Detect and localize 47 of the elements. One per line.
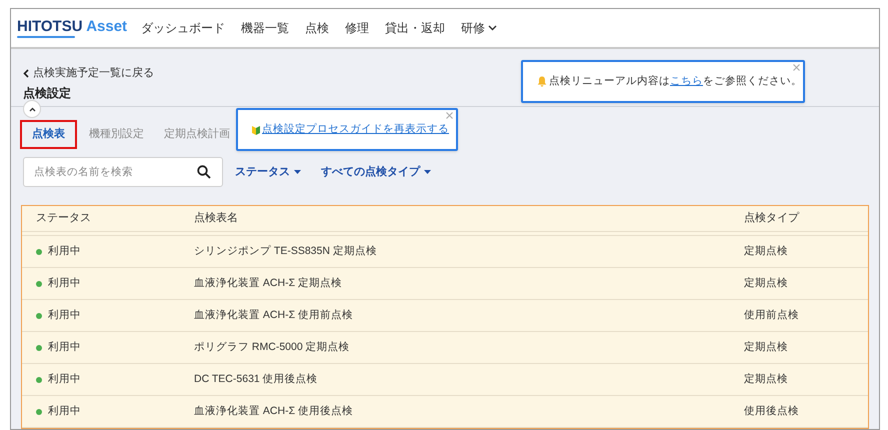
close-icon[interactable] (446, 112, 453, 119)
status-text: 利用中 (48, 340, 81, 355)
table-cell: 定期点検 (744, 340, 788, 353)
bell-icon (537, 76, 547, 87)
logo[interactable]: HITOTSU Asset (17, 18, 128, 38)
table-cell: シリンジポンプ TE-SS835N 定期点検 (194, 244, 377, 257)
table-cell: 血液浄化装置 ACH-Σ 使用後点検 (194, 404, 353, 417)
tab[interactable]: 点検表 (20, 120, 77, 148)
nav-link[interactable]: 点検 (305, 19, 330, 37)
table-cell: ポリグラフ RMC-5000 定期点検 (194, 340, 350, 353)
table-cell: 血液浄化装置 ACH-Σ 使用前点検 (194, 308, 353, 321)
search-field[interactable]: 点検表の名前を検索 (23, 157, 223, 187)
collapse-button[interactable] (23, 100, 41, 118)
page-title: 点検設定 (23, 84, 71, 102)
column-header[interactable]: 点検表名 (194, 212, 238, 224)
close-icon[interactable] (793, 64, 800, 71)
nav-link[interactable]: ダッシュボード (141, 19, 226, 37)
caret-down-icon (294, 170, 301, 174)
filter-dropdown[interactable]: ステータス (235, 164, 301, 180)
status-text: 利用中 (48, 372, 81, 387)
chevron-left-icon (23, 68, 29, 78)
nav-link[interactable]: 研修 (461, 19, 498, 37)
nav-link[interactable]: 機器一覧 (241, 19, 290, 37)
status-text: 利用中 (48, 404, 81, 419)
status-text: 利用中 (48, 244, 81, 259)
nav-link[interactable]: 修理 (345, 19, 370, 37)
back-link[interactable]: 点検実施予定一覧に戻る (23, 65, 154, 82)
guide-link[interactable]: 点検設定プロセスガイドを再表示する (262, 122, 449, 138)
filter-dropdown[interactable]: すべての点検タイプ (321, 164, 431, 180)
nav-link[interactable]: 貸出・返却 (385, 19, 446, 37)
caret-down-icon (424, 170, 431, 174)
table-cell: 血液浄化装置 ACH-Σ 定期点検 (194, 276, 342, 289)
table-cell: 定期点検 (744, 372, 788, 385)
table-cell: DC TEC-5631 使用後点検 (194, 372, 318, 385)
table-cell: 使用後点検 (744, 404, 799, 417)
chevron-up-icon (28, 106, 36, 112)
notice-link[interactable]: こちら (670, 74, 703, 87)
table-cell: 使用前点検 (744, 308, 799, 321)
table-cell: 定期点検 (744, 244, 788, 257)
table-cell: 定期点検 (744, 276, 788, 289)
column-header[interactable]: 点検タイプ (744, 212, 799, 224)
status-text: 利用中 (48, 276, 81, 291)
search-icon (197, 165, 211, 179)
column-header[interactable]: ステータス (36, 212, 91, 224)
beginner-mark-icon (252, 124, 260, 134)
notice-text: 点検リニューアル内容はこちらをご参照ください。 (549, 74, 802, 89)
status-text: 利用中 (48, 308, 81, 323)
